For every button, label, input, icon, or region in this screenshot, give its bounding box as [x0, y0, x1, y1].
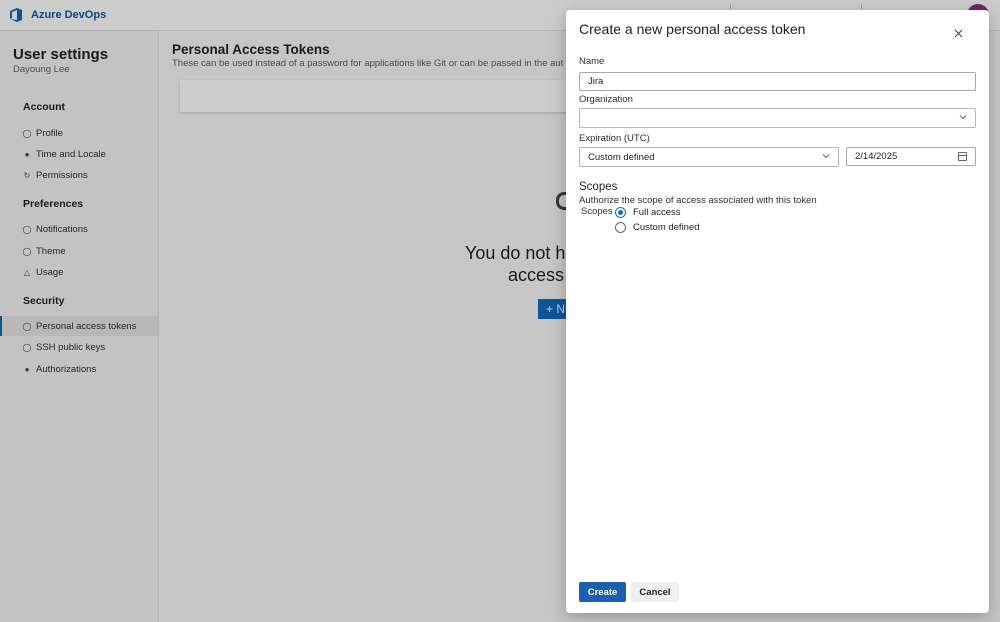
- calendar-icon[interactable]: [958, 152, 967, 161]
- name-label: Name: [579, 56, 605, 67]
- scope-option-full-access[interactable]: Full access: [615, 207, 681, 218]
- radio-button-checked[interactable]: [615, 207, 626, 218]
- scopes-title: Scopes: [579, 181, 618, 193]
- chevron-down-icon: [822, 154, 830, 159]
- expiration-date-input[interactable]: 2/14/2025: [846, 147, 976, 166]
- close-icon: [954, 29, 962, 37]
- create-button[interactable]: Create: [579, 582, 626, 602]
- organization-dropdown[interactable]: [579, 108, 976, 128]
- expiration-dropdown[interactable]: Custom defined: [579, 147, 839, 167]
- scope-option-label: Full access: [633, 207, 681, 218]
- radio-button[interactable]: [615, 222, 626, 233]
- scope-option-label: Custom defined: [633, 222, 700, 233]
- expiration-value: Custom defined: [588, 151, 655, 163]
- date-value: 2/14/2025: [855, 151, 898, 162]
- panel-title: Create a new personal access token: [579, 21, 806, 37]
- scopes-radio-label: Scopes: [581, 206, 613, 217]
- name-input[interactable]: Jira: [579, 72, 976, 91]
- chevron-down-icon: [959, 115, 967, 120]
- scope-option-custom-defined[interactable]: Custom defined: [615, 222, 700, 233]
- cancel-button[interactable]: Cancel: [631, 582, 679, 602]
- organization-label: Organization: [579, 94, 633, 105]
- close-button[interactable]: [950, 25, 966, 41]
- expiration-label: Expiration (UTC): [579, 133, 650, 144]
- scopes-description: Authorize the scope of access associated…: [579, 195, 817, 206]
- create-token-panel: Create a new personal access token Name …: [566, 10, 989, 613]
